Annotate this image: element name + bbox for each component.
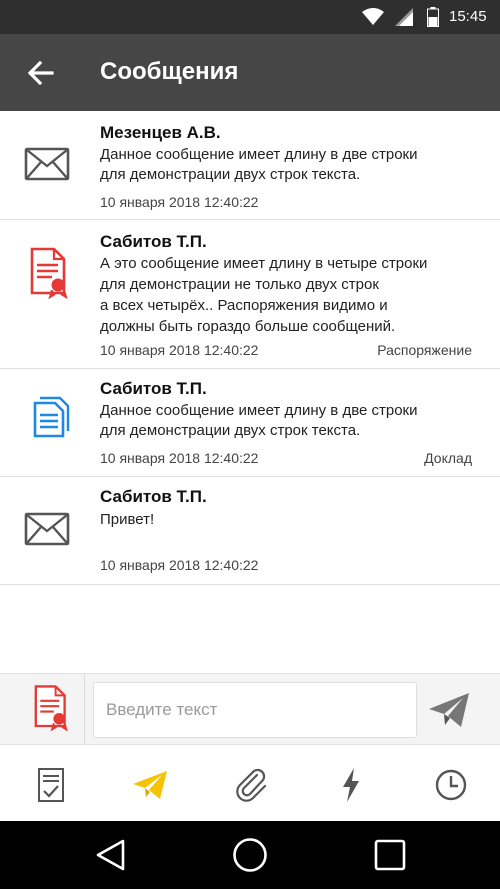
message-type-badge: Доклад bbox=[424, 450, 472, 466]
message-body: А это сообщение имеет длину в четыре стр… bbox=[100, 255, 428, 335]
message-sender: Сабитов Т.П. bbox=[100, 487, 207, 506]
recents-square-icon[interactable] bbox=[374, 839, 406, 871]
battery-icon bbox=[427, 7, 439, 27]
paper-plane-icon bbox=[133, 771, 167, 799]
message-sender: Сабитов Т.П. bbox=[100, 232, 207, 251]
message-item[interactable]: Сабитов Т.П. Данное сообщение имеет длин… bbox=[0, 369, 500, 477]
message-date: 10 января 2018 12:40:22 bbox=[100, 557, 259, 573]
status-time: 15:45 bbox=[449, 8, 487, 25]
wifi-icon bbox=[362, 8, 384, 25]
back-triangle-icon[interactable] bbox=[95, 838, 127, 872]
message-list: Мезенцев А.В. Данное сообщение имеет дли… bbox=[0, 111, 500, 585]
lightning-icon bbox=[343, 768, 359, 802]
message-body: Данное сообщение имеет длину в две строк… bbox=[100, 402, 418, 439]
message-date: 10 января 2018 12:40:22 bbox=[100, 342, 259, 358]
status-bar: 15:45 bbox=[0, 0, 500, 34]
app-bar: Сообщения bbox=[0, 34, 500, 111]
send-icon[interactable] bbox=[428, 692, 470, 728]
report-documents-icon bbox=[33, 396, 70, 438]
message-body: Данное сообщение имеет длину в две строк… bbox=[100, 146, 418, 183]
divider bbox=[84, 674, 85, 745]
message-date: 10 января 2018 12:40:22 bbox=[100, 450, 259, 466]
page-title: Сообщения bbox=[100, 58, 239, 85]
message-date: 10 января 2018 12:40:22 bbox=[100, 194, 259, 210]
message-input[interactable] bbox=[93, 682, 417, 738]
nav-history[interactable] bbox=[431, 765, 471, 805]
arrow-left-icon[interactable] bbox=[26, 58, 56, 88]
bottom-nav bbox=[0, 745, 500, 821]
order-document-icon bbox=[30, 247, 68, 299]
system-nav-bar bbox=[0, 821, 500, 889]
home-circle-icon[interactable] bbox=[232, 837, 268, 873]
message-item[interactable]: Сабитов Т.П. А это сообщение имеет длину… bbox=[0, 220, 500, 369]
checklist-icon bbox=[38, 768, 64, 802]
message-body: Привет! bbox=[100, 511, 155, 528]
nav-messages[interactable] bbox=[130, 765, 170, 805]
envelope-icon bbox=[24, 512, 70, 546]
message-type-badge: Распоряжение bbox=[377, 342, 472, 358]
message-item[interactable]: Мезенцев А.В. Данное сообщение имеет дли… bbox=[0, 111, 500, 220]
nav-tasks[interactable] bbox=[31, 765, 71, 805]
message-sender: Мезенцев А.В. bbox=[100, 123, 221, 142]
nav-events[interactable] bbox=[331, 765, 371, 805]
clock-icon bbox=[435, 769, 467, 801]
message-item[interactable]: Сабитов Т.П. Привет! 10 января 2018 12:4… bbox=[0, 477, 500, 585]
message-composer bbox=[0, 673, 500, 745]
message-sender: Сабитов Т.П. bbox=[100, 379, 207, 398]
nav-attachments[interactable] bbox=[232, 765, 272, 805]
order-document-icon[interactable] bbox=[34, 684, 70, 732]
signal-icon bbox=[395, 8, 413, 26]
paperclip-icon bbox=[236, 768, 267, 802]
envelope-icon bbox=[24, 147, 70, 181]
